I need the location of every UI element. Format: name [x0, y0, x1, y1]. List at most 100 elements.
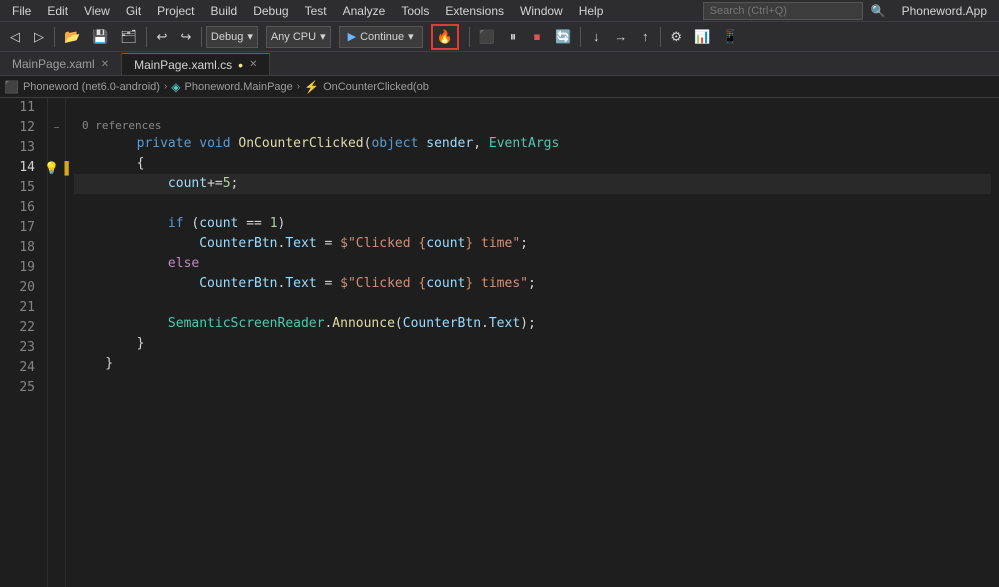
code-content[interactable]: 0 references private void OnCounterClick…: [66, 98, 999, 587]
play-icon: ▶: [348, 30, 356, 43]
separator-4: [469, 27, 470, 47]
cpu-config-dropdown[interactable]: Any CPU ▾: [266, 26, 331, 48]
menu-item-edit[interactable]: Edit: [39, 2, 76, 20]
ref-hint-row: 0 references: [74, 118, 991, 134]
line-num-22: 22: [8, 318, 39, 338]
code-line-19: CounterBtn.Text = $"Clicked {count} time…: [74, 274, 991, 294]
gutter-11: [48, 98, 65, 118]
menu-item-analyze[interactable]: Analyze: [335, 2, 394, 20]
code-line-16: if (count == 1): [74, 214, 991, 234]
nav-back-button[interactable]: ◁: [4, 25, 26, 49]
gutter-13: [48, 138, 65, 158]
extra-btn-1[interactable]: ⚙: [665, 25, 687, 49]
code-line-17: CounterBtn.Text = $"Clicked {count} time…: [74, 234, 991, 254]
save-button[interactable]: 💾: [87, 25, 113, 49]
tab-xaml-close[interactable]: ✕: [101, 59, 109, 70]
separator-1: [54, 27, 55, 47]
menu-item-tools[interactable]: Tools: [393, 2, 437, 20]
menu-item-view[interactable]: View: [76, 2, 118, 20]
line-num-16: 16: [8, 198, 39, 218]
code-line-11: [74, 98, 991, 118]
continue-arrow: ▾: [408, 30, 414, 43]
stop-button[interactable]: ⏹: [526, 25, 548, 49]
code-line-13: {: [74, 154, 991, 174]
gutter-18: [48, 238, 65, 258]
gutter-12[interactable]: −: [48, 118, 65, 138]
tab-mainpage-xaml[interactable]: MainPage.xaml ✕: [0, 53, 122, 75]
line-num-18: 18: [8, 238, 39, 258]
toolbar: ◁ ▷ 📂 💾 🗂 ↩ ↪ Debug ▾ Any CPU ▾ ▶ Contin…: [0, 22, 999, 52]
menu-item-file[interactable]: File: [4, 2, 39, 20]
gutter-21: [48, 298, 65, 318]
breadcrumb-sep-1: ›: [164, 81, 167, 92]
undo-button[interactable]: ↩: [151, 25, 173, 49]
gutter-20: [48, 278, 65, 298]
breadcrumb-class[interactable]: Phoneword.MainPage: [185, 81, 293, 93]
code-line-18: else: [74, 254, 991, 274]
restart-button[interactable]: 🔄: [550, 25, 576, 49]
save-all-button[interactable]: 🗂: [115, 25, 142, 49]
extra-btn-3[interactable]: 📱: [717, 25, 743, 49]
hot-reload-button[interactable]: 🔥: [431, 24, 459, 50]
breadcrumb-project[interactable]: Phoneword (net6.0-android): [23, 81, 160, 93]
breadcrumb-icon: ⬛: [4, 80, 19, 94]
debug-targets-button[interactable]: ⬛: [474, 25, 500, 49]
menu-item-test[interactable]: Test: [297, 2, 335, 20]
code-line-25: [74, 394, 991, 414]
nav-forward-button[interactable]: ▷: [28, 25, 50, 49]
menu-search-area: 🔍 Phoneword.App: [703, 2, 995, 20]
debug-config-label: Debug: [211, 31, 243, 43]
code-line-15: [74, 194, 991, 214]
redo-button[interactable]: ↪: [175, 25, 197, 49]
open-solution-button[interactable]: 📂: [59, 25, 85, 49]
menu-item-project[interactable]: Project: [149, 2, 202, 20]
tab-cs-close[interactable]: ✕: [249, 59, 257, 70]
global-search-input[interactable]: [703, 2, 863, 20]
menu-item-build[interactable]: Build: [203, 2, 246, 20]
collapse-button-12[interactable]: −: [54, 123, 60, 134]
cpu-config-label: Any CPU: [271, 31, 316, 43]
line-num-12: 12: [8, 118, 39, 138]
gutter-24: [48, 358, 65, 378]
line-numbers: 11 12 13 14 15 16 17 18 19 20 21 22 23 2…: [0, 98, 48, 587]
editor-gutter: − 💡 ▐: [48, 98, 66, 587]
tab-mainpage-xaml-cs[interactable]: MainPage.xaml.cs • ✕: [122, 53, 270, 75]
continue-button[interactable]: ▶ Continue ▾: [339, 26, 423, 48]
separator-3: [201, 27, 202, 47]
menu-item-debug[interactable]: Debug: [245, 2, 296, 20]
code-line-23: }: [74, 354, 991, 374]
gutter-19: [48, 258, 65, 278]
gutter-17: [48, 218, 65, 238]
gutter-16: [48, 198, 65, 218]
code-line-12: private void OnCounterClicked(object sen…: [74, 134, 991, 154]
extra-btn-2[interactable]: 📊: [689, 25, 715, 49]
menu-item-extensions[interactable]: Extensions: [437, 2, 512, 20]
tab-bar: MainPage.xaml ✕ MainPage.xaml.cs • ✕: [0, 52, 999, 76]
line-num-15: 15: [8, 178, 39, 198]
menu-item-help[interactable]: Help: [571, 2, 612, 20]
menu-item-git[interactable]: Git: [118, 2, 149, 20]
step-into-button[interactable]: ↓: [585, 25, 607, 49]
breadcrumb-member[interactable]: OnCounterClicked(ob: [323, 81, 429, 93]
light-bulb-icon[interactable]: 💡: [44, 161, 59, 175]
code-line-20: [74, 294, 991, 314]
breadcrumb-icon-2: ◈: [171, 80, 180, 94]
hot-reload-icon: 🔥: [437, 29, 453, 45]
debug-config-dropdown[interactable]: Debug ▾: [206, 26, 258, 48]
line-num-17: 17: [8, 218, 39, 238]
code-line-21: SemanticScreenReader.Announce(CounterBtn…: [74, 314, 991, 334]
step-out-button[interactable]: ↑: [634, 25, 656, 49]
ref-hint-text: 0 references: [82, 116, 161, 136]
line-num-21: 21: [8, 298, 39, 318]
breadcrumb-bar: ⬛ Phoneword (net6.0-android) › ◈ Phonewo…: [0, 76, 999, 98]
line-num-13: 13: [8, 138, 39, 158]
menu-item-window[interactable]: Window: [512, 2, 571, 20]
code-line-24: [74, 374, 991, 394]
pause-button[interactable]: ⏸: [502, 25, 524, 49]
cpu-config-arrow: ▾: [320, 30, 326, 43]
line-num-19: 19: [8, 258, 39, 278]
gutter-25: [48, 378, 65, 398]
tab-cs-modified-dot: •: [238, 58, 243, 72]
menu-bar: File Edit View Git Project Build Debug T…: [0, 0, 999, 22]
step-over-button[interactable]: →: [609, 25, 632, 49]
